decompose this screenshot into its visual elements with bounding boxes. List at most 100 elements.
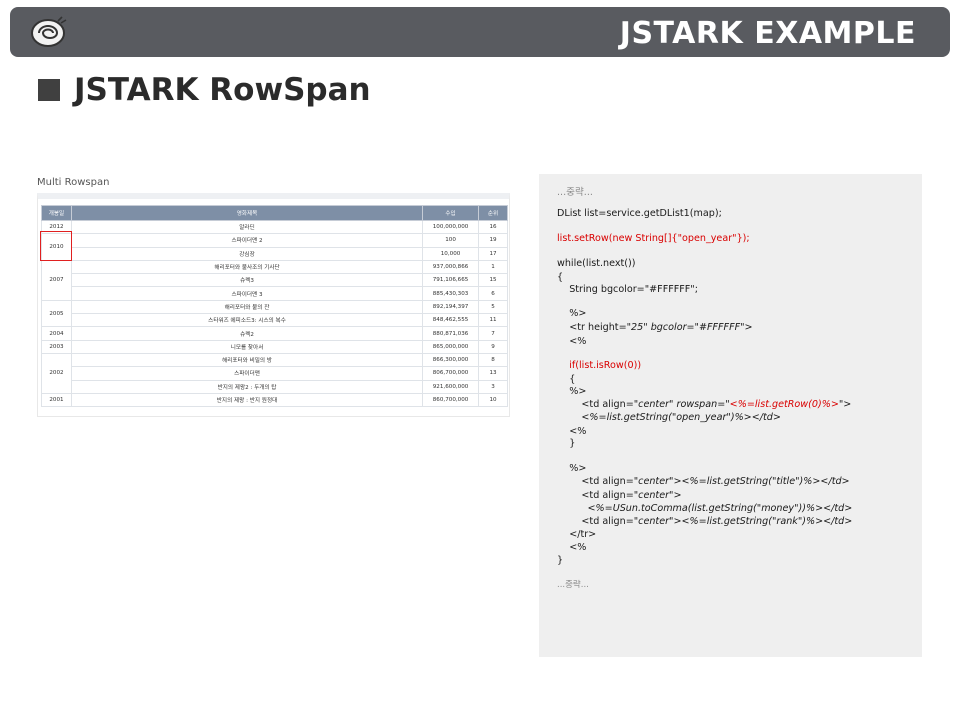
page-heading: JSTARK RowSpan: [38, 70, 371, 110]
rank-cell: 3: [478, 379, 508, 394]
code-line: %>: [557, 386, 587, 397]
code-line: <tr height="25" bgcolor="#FFFFFF">: [557, 322, 753, 333]
code-line: DList list=service.getDList1(map);: [557, 208, 722, 219]
header-bar: JSTARK EXAMPLE: [10, 7, 950, 57]
square-bullet-icon: [38, 79, 60, 101]
title-cell: 니모를 찾아서: [70, 339, 424, 354]
title-cell: 스타워즈 에피소드3: 시스의 복수: [70, 313, 424, 328]
rank-cell: 11: [478, 313, 508, 328]
table-row: 2005 해리포터와 불의 잔 892,194,397 5: [41, 299, 508, 328]
year-cell: 2002: [41, 352, 72, 394]
rank-cell: 8: [478, 352, 508, 368]
table-row: 2010 스파이더맨 2 100 19: [41, 233, 508, 261]
page-title: JSTARK RowSpan: [74, 72, 371, 108]
table-row: 슈렉3 791,106,665 15: [42, 273, 508, 288]
title-cell: 스파이더맨 2: [70, 233, 424, 248]
table-row: 2003 니모를 찾아서 865,000,000 9: [41, 339, 508, 354]
money-cell: 885,430,303: [422, 286, 480, 301]
code-line: </tr>: [557, 529, 597, 540]
code-line: %>: [557, 463, 587, 474]
table-row: 2002 해리포터와 비밀의 방 866,300,000 8: [41, 352, 508, 394]
table-row: 스파이더맨 806,700,000 13: [42, 366, 508, 381]
title-cell: 스파이더맨 3: [70, 286, 424, 301]
title-cell: 해리포터와 불의 잔: [70, 299, 424, 315]
title-cell: 스파이더맨: [70, 366, 424, 381]
code-line: <td align="center"><%=list.getString("ti…: [557, 476, 850, 487]
code-line: <%=USun.toComma(list.getString("money"))…: [557, 503, 853, 514]
code-line: <td align="center" rowspan="<%=list.getR…: [557, 399, 852, 410]
code-line: }: [557, 438, 576, 449]
table-row: 2004 슈렉2 880,871,036 7: [41, 326, 508, 341]
code-line: %>: [557, 308, 587, 319]
table-row: 2012 알라딘 100,000,000 16: [41, 219, 508, 235]
title-cell: 반지의 제왕2 : 두개의 탑: [70, 379, 424, 394]
money-cell: 848,462,555: [422, 313, 480, 328]
money-cell: 791,106,665: [422, 273, 480, 288]
movie-table: 개봉일 영화제목 수입 순위 2012 알라딘 100,000,000 16 2…: [41, 205, 508, 408]
rank-cell: 10: [478, 392, 508, 408]
money-cell: 880,871,036: [422, 326, 480, 341]
title-cell: 강심장: [70, 246, 424, 261]
code-line: <%=list.getString("open_year")%></td>: [557, 412, 781, 423]
year-cell: 2007: [41, 259, 72, 301]
money-cell: 921,600,000: [422, 379, 480, 394]
money-cell: 866,300,000: [422, 352, 480, 368]
rowspan-highlight-box: [40, 231, 72, 261]
code-line: {: [557, 374, 576, 385]
table-row: 스타워즈 에피소드3: 시스의 복수 848,462,555 11: [42, 313, 508, 328]
code-panel: ...중략... DList list=service.getDList1(ma…: [539, 174, 922, 657]
year-cell: 2004: [41, 326, 72, 341]
column-header: 개봉일: [41, 205, 72, 221]
code-line: list.setRow(new String[]{"open_year"});: [557, 233, 750, 244]
table-row: 2001 반지의 제왕 : 반지 원정대 860,700,000 10: [41, 392, 508, 408]
brand-title: JSTARK EXAMPLE: [619, 16, 916, 51]
table-panel-title: Multi Rowspan: [37, 177, 110, 188]
table-panel: 개봉일 영화제목 수입 순위 2012 알라딘 100,000,000 16 2…: [37, 193, 510, 417]
rank-cell: 13: [478, 366, 508, 381]
title-cell: 슈렉3: [70, 273, 424, 288]
table-row: 스파이더맨 3 885,430,303 6: [42, 286, 508, 301]
code-line: ...중략...: [557, 187, 593, 198]
column-header: 수입: [422, 205, 480, 221]
money-cell: 806,700,000: [422, 366, 480, 381]
column-header: 영화제목: [70, 205, 424, 221]
code-line: <td align="center"><%=list.getString("ra…: [557, 516, 853, 527]
code-line: while(list.next()): [557, 258, 636, 269]
title-cell: 알라딘: [70, 219, 424, 235]
rank-cell: 1: [478, 259, 508, 275]
rank-cell: 9: [478, 339, 508, 354]
title-cell: 해리포터와 불사조의 기사단: [70, 259, 424, 275]
code-line: {: [557, 272, 564, 283]
year-cell: 2003: [41, 339, 72, 354]
code-line: }: [557, 555, 564, 566]
table-row: 2007 해리포터와 불사조의 기사단 937,000,866 1: [41, 259, 508, 301]
table-header-row: 개봉일 영화제목 수입 순위: [41, 205, 508, 221]
rank-cell: 19: [478, 233, 508, 248]
year-cell: 2001: [41, 392, 72, 408]
table-row: 반지의 제왕2 : 두개의 탑 921,600,000 3: [42, 379, 508, 394]
title-cell: 슈렉2: [70, 326, 424, 341]
code-line: if(list.isRow(0)): [557, 360, 642, 371]
code-line: String bgcolor="#FFFFFF";: [557, 284, 698, 295]
code-line: <td align="center">: [557, 490, 682, 501]
money-cell: 860,700,000: [422, 392, 480, 408]
money-cell: 937,000,866: [422, 259, 480, 275]
money-cell: 892,194,397: [422, 299, 480, 315]
money-cell: 10,000: [422, 246, 480, 261]
title-cell: 해리포터와 비밀의 방: [70, 352, 424, 368]
year-cell: 2005: [41, 299, 72, 328]
money-cell: 865,000,000: [422, 339, 480, 354]
rank-cell: 7: [478, 326, 508, 341]
rank-cell: 5: [478, 299, 508, 315]
snail-icon: [31, 16, 67, 47]
rank-cell: 17: [478, 246, 508, 261]
rank-cell: 15: [478, 273, 508, 288]
money-cell: 100,000,000: [422, 219, 480, 235]
code-line: <%: [557, 542, 587, 553]
money-cell: 100: [422, 233, 480, 248]
table-row: 강심장 10,000 17: [42, 246, 508, 261]
column-header: 순위: [478, 205, 508, 221]
rank-cell: 6: [478, 286, 508, 301]
title-cell: 반지의 제왕 : 반지 원정대: [70, 392, 424, 408]
code-line: ...중략...: [557, 580, 589, 590]
